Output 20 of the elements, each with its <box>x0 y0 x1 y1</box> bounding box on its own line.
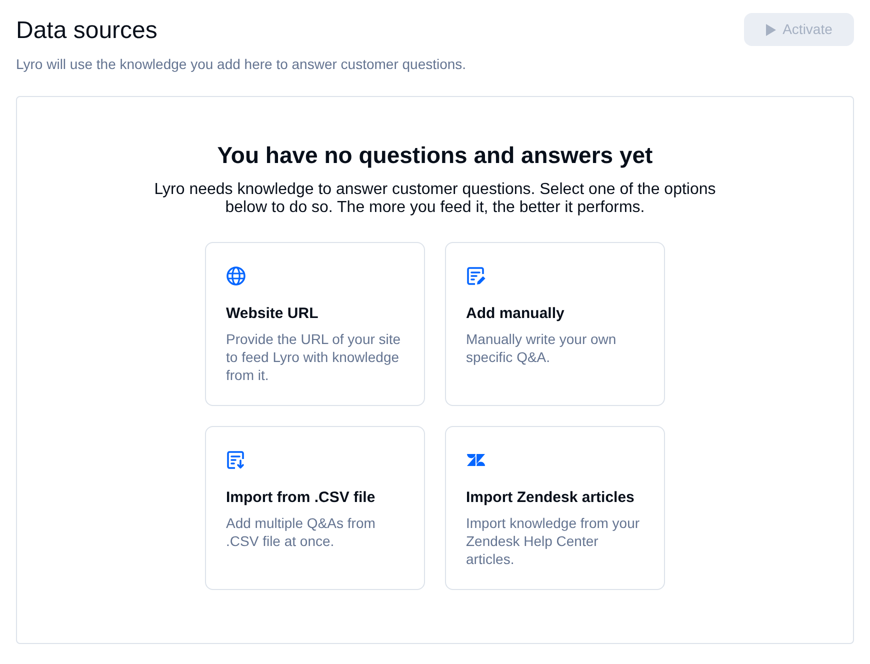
card-description: Provide the URL of your site to feed Lyro with knowledge from it. <box>226 330 402 384</box>
data-source-card[interactable]: Add manually Manually write your own specific Q&A. <box>445 242 665 406</box>
card-description: Add multiple Q&As from .CSV file at once. <box>226 514 376 550</box>
empty-state-heading: You have no questions and answers yet <box>217 141 653 170</box>
data-source-card[interactable]: Import from .CSV file Add multiple Q&As from .CSV file at once. <box>205 426 425 590</box>
globe-icon <box>226 266 246 286</box>
card-description: Manually write your own specific Q&A. <box>466 330 618 366</box>
list-download-icon <box>226 450 246 470</box>
empty-state-description: Lyro needs knowledge to answer customer questions. Select one of the options below to do so. The more you feed it, the better it performs. <box>153 181 717 217</box>
card-title: Import Zendesk articles <box>466 488 636 508</box>
data-source-card[interactable]: Import Zendesk articles Import knowledge from your Zendesk Help Center articles. <box>445 426 665 590</box>
data-source-card[interactable]: Website URL Provide the URL of your site to feed Lyro with knowledge from it. <box>205 242 425 406</box>
card-title: Add manually <box>466 304 566 324</box>
card-title: Website URL <box>226 304 320 324</box>
card-title: Import from .CSV file <box>226 488 376 508</box>
page-subtitle: Lyro will use the knowledge you add here to answer customer questions. <box>16 55 466 73</box>
page-title: Data sources <box>16 16 158 46</box>
card-description: Import knowledge from your Zendesk Help Center articles. <box>466 514 641 568</box>
note-pencil-icon <box>466 266 486 286</box>
play-icon <box>766 24 776 36</box>
